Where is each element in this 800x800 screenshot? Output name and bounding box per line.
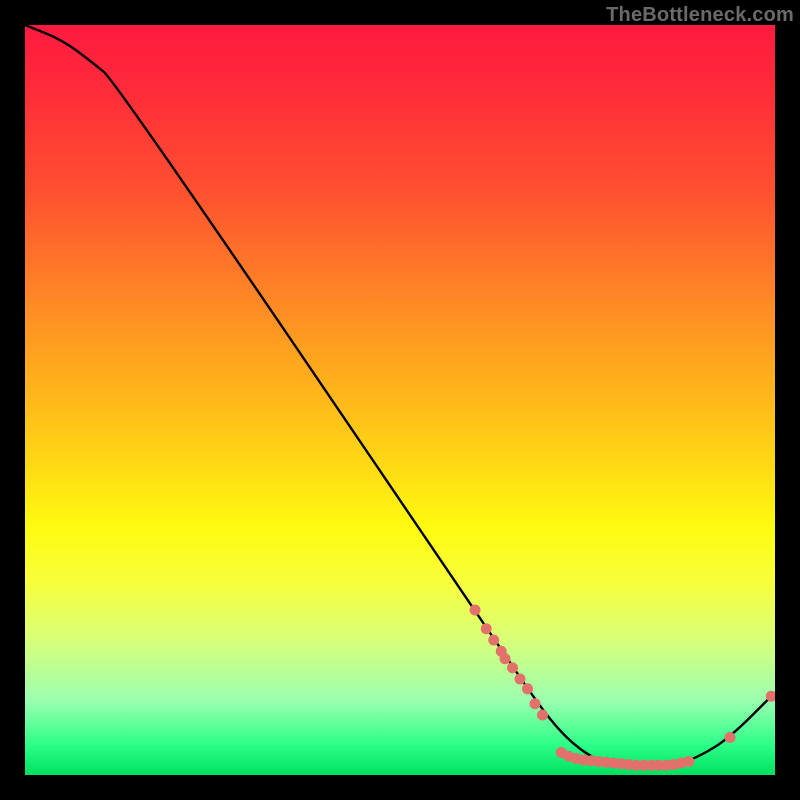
data-point (537, 710, 548, 721)
plot-area (25, 25, 775, 775)
data-point (488, 635, 499, 646)
data-markers (470, 605, 776, 771)
data-point (725, 732, 736, 743)
data-point (522, 683, 533, 694)
data-point (500, 653, 511, 664)
data-point (481, 623, 492, 634)
curve-layer (25, 25, 775, 775)
data-point (530, 698, 541, 709)
data-point (470, 605, 481, 616)
data-point (515, 674, 526, 685)
bottleneck-curve (25, 25, 775, 768)
data-point (507, 662, 518, 673)
watermark-text: TheBottleneck.com (606, 4, 794, 27)
data-point (683, 756, 694, 767)
chart-root: { "watermark": "TheBottleneck.com", "cha… (0, 0, 800, 800)
